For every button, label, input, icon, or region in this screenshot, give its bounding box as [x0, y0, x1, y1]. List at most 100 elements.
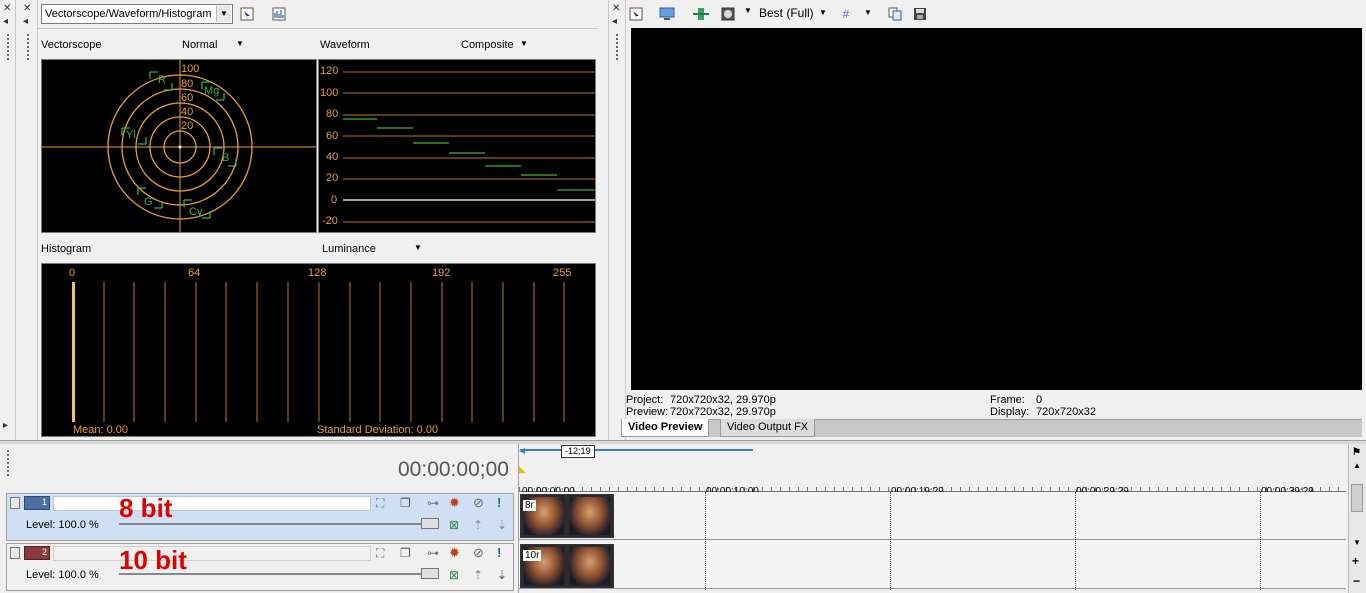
display-value: 720x720x32 — [1036, 406, 1096, 418]
pin-icon[interactable]: ◂ — [612, 16, 617, 27]
drag-handle[interactable] — [27, 34, 29, 60]
scope-mode-value: Vectorscope/Waveform/Histogram — [45, 8, 212, 20]
solo-icon[interactable]: ! — [497, 495, 501, 510]
track-number: 1 — [41, 497, 47, 507]
scopes-inner-grip[interactable]: ✕ ◂ — [20, 0, 38, 440]
marker-icon[interactable]: ◣ — [519, 464, 526, 475]
parent-icon[interactable]: ⊶ — [427, 546, 439, 560]
loop-region-bar[interactable] — [520, 449, 753, 451]
drag-handle[interactable] — [7, 450, 9, 476]
waveform-y-label: 100 — [320, 87, 339, 99]
track-header-2[interactable]: 2 10 bit Level: 100.0 % ⛶ ❐ ⊶ ✹ ⊘ ! ⊠ ⇡ … — [6, 543, 514, 591]
composite-mode-icon[interactable]: ⊠ — [449, 518, 459, 532]
preview-quality[interactable]: Best (Full) — [759, 6, 814, 20]
target-label: B — [222, 152, 230, 164]
video-clip-2[interactable]: 10r — [520, 544, 614, 588]
tab-video-output-fx[interactable]: Video Output FX — [720, 419, 816, 437]
tab-label: Video Preview — [628, 421, 703, 433]
flag-icon[interactable]: ⚑ — [1352, 447, 1361, 458]
chevron-down-icon[interactable]: ▼ — [414, 243, 422, 252]
track-header-1[interactable]: 1 8 bit Level: 100.0 % ⛶ ❐ ⊶ ✹ ⊘ ! ⊠ ⇡ ⇣ — [6, 493, 514, 541]
track-lane-1[interactable] — [519, 492, 1346, 540]
target-label: G — [144, 196, 153, 208]
save-icon[interactable] — [911, 5, 929, 23]
mute-icon[interactable]: ⊘ — [473, 545, 484, 561]
collapse-icon[interactable] — [10, 497, 20, 509]
select-icon[interactable] — [627, 5, 645, 23]
video-preview-canvas[interactable] — [631, 28, 1362, 390]
grid-line — [890, 492, 891, 590]
zoom-in-icon[interactable]: + — [1352, 554, 1359, 568]
arrow-down-icon[interactable]: ⇣ — [497, 518, 507, 532]
timecode-display[interactable]: 00:00:00;00 — [398, 458, 509, 482]
monitor-icon[interactable] — [658, 5, 676, 23]
waveform-display: 120 100 80 60 40 20 0 -20 — [318, 59, 596, 233]
scroll-thumb[interactable] — [1351, 484, 1363, 512]
chevron-down-icon[interactable]: ▼ — [1353, 538, 1361, 547]
level-slider-thumb[interactable] — [421, 518, 439, 529]
split-icon[interactable] — [692, 5, 710, 23]
chevron-up-icon[interactable]: ▲ — [1353, 461, 1361, 470]
drag-handle[interactable] — [7, 34, 9, 60]
pin-icon[interactable]: ◂ — [3, 16, 8, 27]
close-icon[interactable]: ✕ — [23, 3, 31, 14]
solo-icon[interactable]: ! — [497, 545, 501, 560]
expand-icon[interactable]: ▸ — [3, 420, 8, 431]
track-motion-icon[interactable]: ⛶ — [376, 546, 384, 561]
copy-icon[interactable] — [886, 5, 904, 23]
parent-icon[interactable]: ⊶ — [427, 496, 439, 510]
target-label: Yl — [126, 129, 136, 141]
chevron-down-icon[interactable]: ▼ — [864, 8, 872, 17]
collapse-icon[interactable] — [10, 547, 20, 559]
mute-icon[interactable]: ⊘ — [473, 495, 484, 511]
preview-dock-grip[interactable]: ✕ ◂ — [608, 0, 626, 440]
histogram-icon[interactable] — [270, 5, 288, 23]
track-name-field[interactable] — [53, 546, 371, 561]
chevron-down-icon[interactable]: ▼ — [236, 39, 244, 48]
pin-icon[interactable]: ◂ — [23, 16, 28, 27]
track-number-badge[interactable]: 1 — [24, 496, 50, 510]
chevron-down-icon[interactable]: ▼ — [520, 39, 528, 48]
track-lane-2[interactable] — [519, 541, 1346, 589]
close-icon[interactable]: ✕ — [3, 3, 11, 14]
track-name-field[interactable] — [53, 496, 371, 511]
grid-icon[interactable]: # — [837, 5, 855, 23]
target-label: Mg — [204, 85, 220, 97]
overlay-icon[interactable] — [719, 5, 737, 23]
chevron-down-icon[interactable]: ▼ — [744, 6, 752, 15]
level-slider-thumb[interactable] — [421, 568, 439, 579]
waveform-y-label: 60 — [326, 130, 339, 142]
histogram-mode[interactable]: Luminance — [322, 243, 376, 255]
compositing-icon[interactable]: ❐ — [400, 496, 411, 510]
level-slider[interactable] — [119, 523, 437, 525]
drag-handle[interactable] — [616, 34, 618, 60]
arrow-up-icon[interactable]: ⇡ — [473, 568, 483, 582]
timeline-vscroll[interactable]: ⚑ ▲ ▼ + − — [1348, 444, 1366, 593]
level-slider[interactable] — [119, 573, 437, 575]
composite-mode-icon[interactable]: ⊠ — [449, 568, 459, 582]
video-clip-1[interactable]: 8r — [520, 494, 614, 538]
frame-label: Frame: — [990, 394, 1025, 406]
tab-video-preview[interactable]: Video Preview — [621, 419, 710, 437]
arrow-up-icon[interactable]: ⇡ — [473, 518, 483, 532]
select-icon[interactable] — [238, 5, 256, 23]
vectorscope-mode[interactable]: Normal — [182, 39, 217, 51]
chevron-down-icon[interactable]: ▼ — [819, 8, 827, 17]
waveform-mode[interactable]: Composite — [461, 39, 514, 51]
compositing-icon[interactable]: ❐ — [400, 546, 411, 560]
track-motion-icon[interactable]: ⛶ — [376, 496, 384, 511]
ring-label: 20 — [181, 120, 194, 132]
arrow-down-icon[interactable]: ⇣ — [497, 568, 507, 582]
track-number-badge[interactable]: 2 — [24, 546, 50, 560]
waveform-graph — [343, 71, 595, 223]
track-fx-icon[interactable]: ✹ — [449, 545, 460, 561]
close-icon[interactable]: ✕ — [612, 3, 620, 14]
track-fx-icon[interactable]: ✹ — [449, 495, 460, 511]
scopes-dock-grip[interactable]: ✕ ◂ ▸ — [0, 0, 16, 440]
zoom-out-icon[interactable]: − — [1353, 574, 1360, 588]
histogram-x-label: 64 — [188, 267, 201, 279]
histogram-x-label: 192 — [432, 267, 451, 279]
loop-start-icon[interactable]: ◀ — [519, 446, 525, 455]
scope-mode-select[interactable]: Vectorscope/Waveform/Histogram ▼ — [41, 4, 233, 24]
clip-thumbnail — [570, 497, 610, 535]
